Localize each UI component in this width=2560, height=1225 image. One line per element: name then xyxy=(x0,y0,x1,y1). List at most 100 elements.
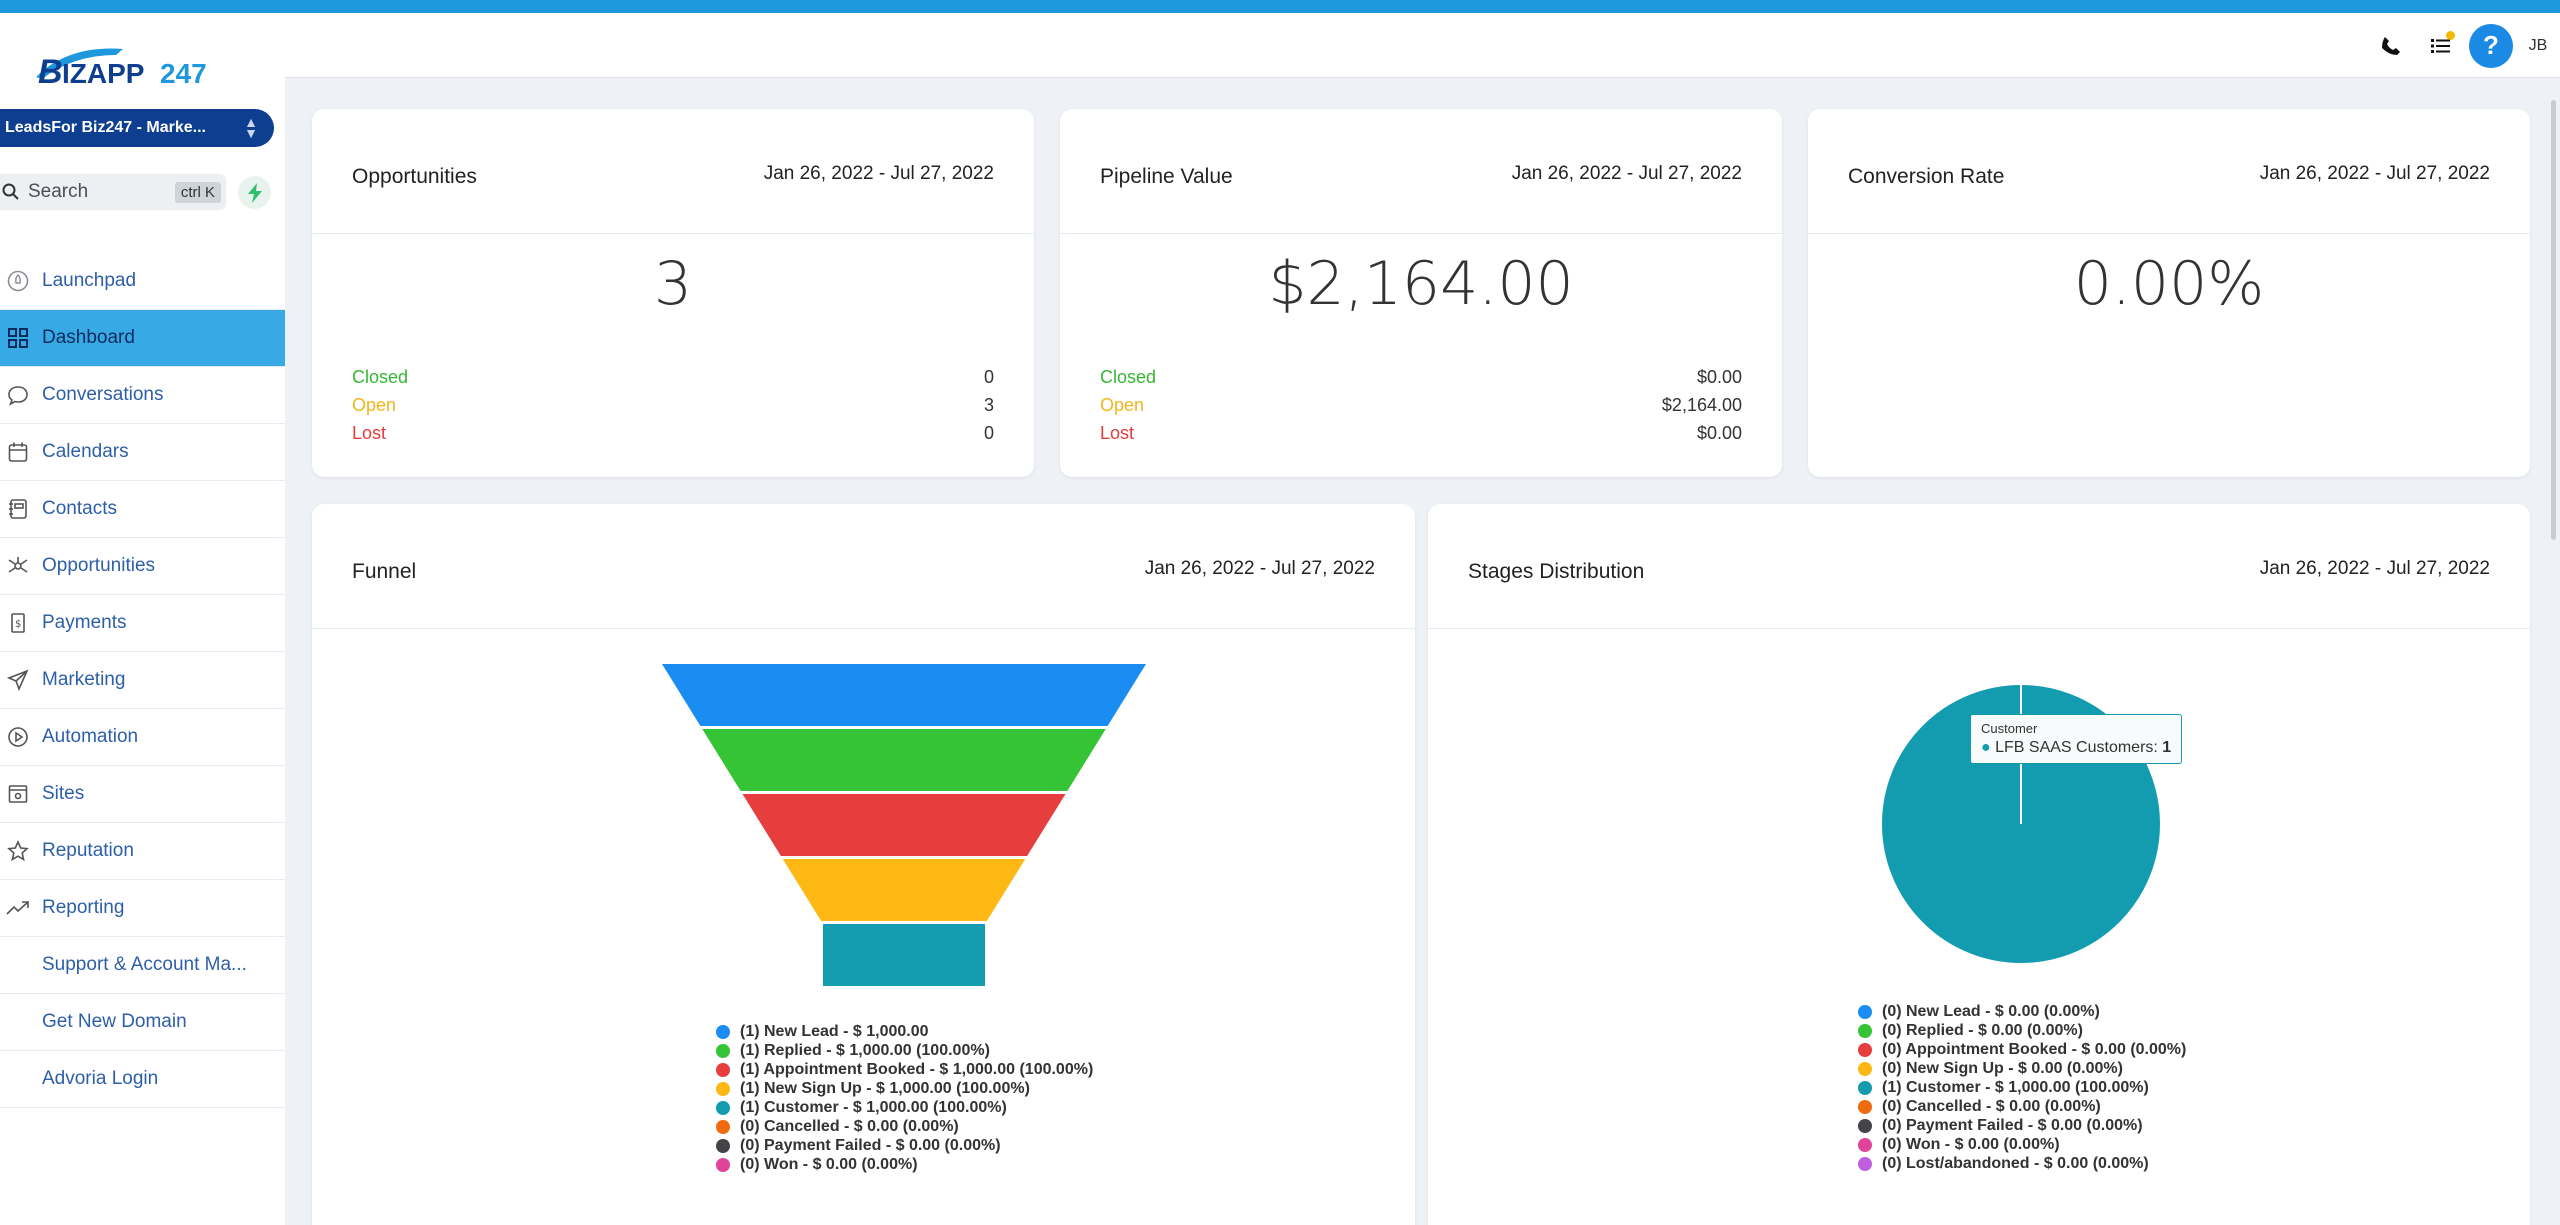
brand-logo[interactable]: B IZAPP 247 xyxy=(28,35,248,95)
sidebar-item-automation[interactable]: Automation xyxy=(0,709,285,766)
card-title: Opportunities xyxy=(352,165,477,188)
card-title: Pipeline Value xyxy=(1100,165,1233,188)
date-range[interactable]: Jan 26, 2022 - Jul 27, 2022 xyxy=(1145,558,1375,580)
sidebar-item-label: Sites xyxy=(42,783,85,804)
search-icon xyxy=(2,183,19,200)
sidebar-item-conversations[interactable]: Conversations xyxy=(0,367,285,424)
funnel-segment[interactable] xyxy=(782,859,1026,921)
sidebar-item-label: Support & Account Ma... xyxy=(42,954,247,975)
legend-item[interactable]: (0) New Lead - $ 0.00 (0.00%) xyxy=(1858,1002,2186,1021)
funnel-segment[interactable] xyxy=(662,664,1146,726)
phone-button[interactable] xyxy=(2366,21,2416,71)
sidebar-item-label: Get New Domain xyxy=(42,1011,187,1032)
chat-bubble-icon xyxy=(0,382,36,408)
legend-item[interactable]: (0) Payment Failed - $ 0.00 (0.00%) xyxy=(716,1136,1093,1155)
funnel-segment[interactable] xyxy=(742,794,1066,856)
legend-item[interactable]: (0) Won - $ 0.00 (0.00%) xyxy=(716,1155,1093,1174)
sidebar-item-launchpad[interactable]: Launchpad xyxy=(0,253,285,310)
sidebar-item-contacts[interactable]: Contacts xyxy=(0,481,285,538)
stat-row-open: Open 3 xyxy=(352,395,994,419)
funnel-card: Funnel Jan 26, 2022 - Jul 27, 2022 (1) N… xyxy=(312,504,1415,1225)
sidebar-item-label: Automation xyxy=(42,726,139,747)
sidebar-item-payments[interactable]: $ Payments xyxy=(0,595,285,652)
stat-value: 3 xyxy=(983,395,994,415)
funnel-segment[interactable] xyxy=(702,729,1106,791)
funnel-chart xyxy=(662,664,1146,986)
card-title: Conversion Rate xyxy=(1848,165,2005,188)
receipt-icon: $ xyxy=(0,610,36,636)
legend-label: (1) New Sign Up - $ 1,000.00 (100.00%) xyxy=(740,1079,1030,1097)
sidebar-item-dashboard[interactable]: Dashboard xyxy=(0,310,285,367)
legend-swatch xyxy=(716,1024,730,1039)
grid-icon xyxy=(0,325,36,351)
sidebar-item-calendars[interactable]: Calendars xyxy=(0,424,285,481)
stages-legend: (0) New Lead - $ 0.00 (0.00%) (0) Replied… xyxy=(1858,1002,2186,1173)
tasks-button[interactable] xyxy=(2416,21,2466,71)
search-shortcut-badge: ctrl K xyxy=(174,182,221,203)
chevron-updown-icon: ▲ ▼ xyxy=(244,114,258,141)
legend-swatch xyxy=(716,1119,730,1134)
date-range[interactable]: Jan 26, 2022 - Jul 27, 2022 xyxy=(1512,163,1742,185)
sidebar-item-advoria-login[interactable]: Advoria Login xyxy=(0,1051,285,1108)
date-range[interactable]: Jan 26, 2022 - Jul 27, 2022 xyxy=(764,163,994,185)
sidebar-item-marketing[interactable]: Marketing xyxy=(0,652,285,709)
stat-row-closed: Closed $0.00 xyxy=(1100,367,1742,391)
top-header: ? JB xyxy=(285,13,2560,78)
legend-item[interactable]: (0) Cancelled - $ 0.00 (0.00%) xyxy=(1858,1097,2186,1116)
legend-item[interactable]: (1) Appointment Booked - $ 1,000.00 (100… xyxy=(716,1060,1093,1079)
opportunities-card: Opportunities Jan 26, 2022 - Jul 27, 202… xyxy=(312,109,1034,477)
card-header: Opportunities Jan 26, 2022 - Jul 27, 202… xyxy=(312,109,1034,234)
quick-action-button[interactable] xyxy=(238,176,271,209)
location-switcher-label: LeadsFor Biz247 - Marke... xyxy=(5,119,206,136)
legend-label: (0) Lost/abandoned - $ 0.00 (0.00%) xyxy=(1882,1154,2149,1172)
legend-swatch xyxy=(1858,1137,1872,1152)
legend-item[interactable]: (0) Won - $ 0.00 (0.00%) xyxy=(1858,1135,2186,1154)
legend-swatch xyxy=(716,1062,730,1077)
legend-swatch xyxy=(716,1138,730,1153)
sidebar-item-reporting[interactable]: Reporting xyxy=(0,880,285,937)
legend-item[interactable]: (0) Lost/abandoned - $ 0.00 (0.00%) xyxy=(1858,1154,2186,1173)
legend-swatch xyxy=(1858,1156,1872,1171)
sidebar-item-reputation[interactable]: Reputation xyxy=(0,823,285,880)
conversion-rate-value: 0.00% xyxy=(2073,249,2265,319)
legend-label: (1) New Lead - $ 1,000.00 xyxy=(740,1022,929,1040)
tooltip-value: 1 xyxy=(2162,739,2172,756)
sidebar-item-get-new-domain[interactable]: Get New Domain xyxy=(0,994,285,1051)
legend-item[interactable]: (1) New Sign Up - $ 1,000.00 (100.00%) xyxy=(716,1079,1093,1098)
date-range[interactable]: Jan 26, 2022 - Jul 27, 2022 xyxy=(2260,558,2490,580)
user-avatar[interactable]: JB xyxy=(2516,37,2560,55)
page-scrollbar[interactable] xyxy=(2551,100,2556,540)
legend-item[interactable]: (0) Appointment Booked - $ 0.00 (0.00%) xyxy=(1858,1040,2186,1059)
legend-label: (0) New Lead - $ 0.00 (0.00%) xyxy=(1882,1002,2100,1020)
card-header: Pipeline Value Jan 26, 2022 - Jul 27, 20… xyxy=(1060,109,1782,234)
conversion-rate-card: Conversion Rate Jan 26, 2022 - Jul 27, 2… xyxy=(1808,109,2530,477)
legend-item[interactable]: (1) Customer - $ 1,000.00 (100.00%) xyxy=(716,1098,1093,1117)
card-header: Funnel Jan 26, 2022 - Jul 27, 2022 xyxy=(312,504,1415,629)
sidebar-item-label: Launchpad xyxy=(42,270,137,291)
calendar-icon xyxy=(0,439,36,465)
legend-item[interactable]: (1) New Lead - $ 1,000.00 xyxy=(716,1022,1093,1041)
legend-item[interactable]: (0) New Sign Up - $ 0.00 (0.00%) xyxy=(1858,1059,2186,1078)
legend-item[interactable]: (0) Replied - $ 0.00 (0.00%) xyxy=(1858,1021,2186,1040)
search-input[interactable]: Search ctrl K xyxy=(0,174,226,210)
sidebar-item-sites[interactable]: Sites xyxy=(0,766,285,823)
send-icon xyxy=(0,667,36,693)
date-range[interactable]: Jan 26, 2022 - Jul 27, 2022 xyxy=(2260,163,2490,185)
legend-item[interactable]: (1) Replied - $ 1,000.00 (100.00%) xyxy=(716,1041,1093,1060)
location-switcher[interactable]: LeadsFor Biz247 - Marke... ▲ ▼ xyxy=(0,109,274,147)
stat-row-lost: Lost 0 xyxy=(352,423,994,447)
stat-value: $0.00 xyxy=(1696,423,1742,443)
legend-swatch xyxy=(716,1157,730,1172)
legend-item[interactable]: (0) Payment Failed - $ 0.00 (0.00%) xyxy=(1858,1116,2186,1135)
help-button[interactable]: ? xyxy=(2466,21,2516,71)
legend-item[interactable]: (1) Customer - $ 1,000.00 (100.00%) xyxy=(1858,1078,2186,1097)
trending-up-icon xyxy=(0,895,36,921)
chart-tooltip: Customer ● LFB SAAS Customers: 1 xyxy=(1970,714,2183,764)
sidebar-item-support[interactable]: Support & Account Ma... xyxy=(0,937,285,994)
legend-swatch xyxy=(716,1081,730,1096)
top-accent-bar xyxy=(0,0,2560,13)
sidebar-item-opportunities[interactable]: Opportunities xyxy=(0,538,285,595)
funnel-segment[interactable] xyxy=(823,924,985,986)
legend-item[interactable]: (0) Cancelled - $ 0.00 (0.00%) xyxy=(716,1117,1093,1136)
stat-value: 0 xyxy=(983,367,994,387)
